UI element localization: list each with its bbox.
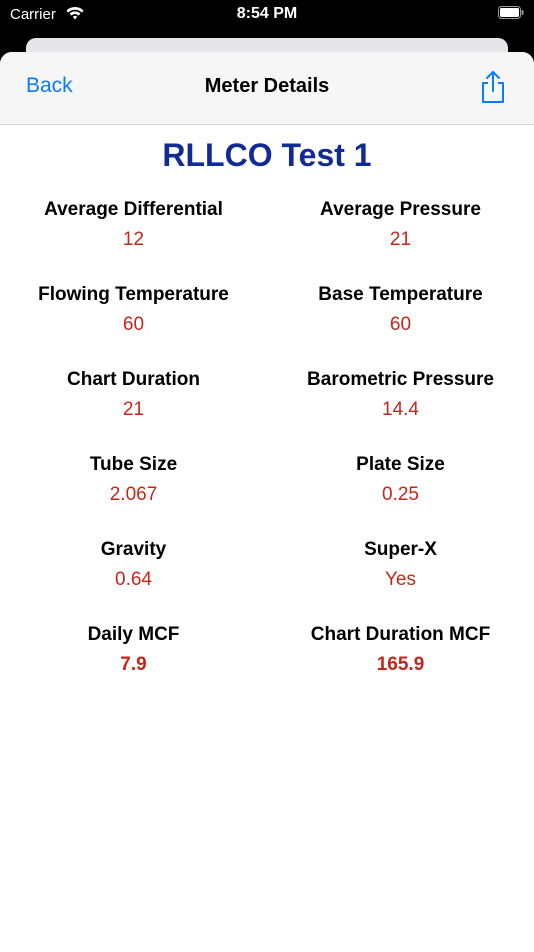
share-icon — [482, 71, 504, 103]
detail-super-x: Super-X Yes — [267, 521, 534, 606]
detail-label: Average Differential — [44, 199, 223, 220]
detail-row: Average Differential 12 Average Pressure… — [0, 181, 534, 266]
detail-chart-duration-mcf: Chart Duration MCF 165.9 — [267, 606, 534, 691]
detail-label: Chart Duration — [67, 369, 200, 390]
detail-label: Average Pressure — [320, 199, 481, 220]
detail-label: Flowing Temperature — [38, 284, 229, 305]
detail-daily-mcf: Daily MCF 7.9 — [0, 606, 267, 691]
detail-average-pressure: Average Pressure 21 — [267, 181, 534, 266]
detail-value: 60 — [122, 314, 145, 335]
detail-label: Chart Duration MCF — [310, 624, 491, 645]
share-button[interactable] — [478, 70, 508, 104]
meter-details-grid: Average Differential 12 Average Pressure… — [0, 181, 534, 691]
clock: 8:54 PM — [236, 5, 298, 22]
detail-plate-size: Plate Size 0.25 — [267, 436, 534, 521]
detail-value: 14.4 — [382, 399, 419, 420]
detail-value: 165.9 — [376, 654, 425, 675]
detail-row: Daily MCF 7.9 Chart Duration MCF 165.9 — [0, 606, 534, 691]
detail-average-differential: Average Differential 12 — [0, 181, 267, 266]
battery-icon — [498, 6, 524, 19]
detail-value: 0.64 — [115, 569, 152, 590]
detail-row: Gravity 0.64 Super-X Yes — [0, 521, 534, 606]
detail-value: 7.9 — [120, 654, 147, 675]
detail-value: 60 — [389, 314, 412, 335]
detail-row: Flowing Temperature 60 Base Temperature … — [0, 266, 534, 351]
detail-base-temperature: Base Temperature 60 — [267, 266, 534, 351]
detail-label: Gravity — [100, 539, 167, 560]
detail-value: 12 — [122, 229, 145, 250]
detail-value: 2.067 — [109, 484, 158, 505]
detail-barometric-pressure: Barometric Pressure 14.4 — [267, 351, 534, 436]
detail-flowing-temperature: Flowing Temperature 60 — [0, 266, 267, 351]
detail-gravity: Gravity 0.64 — [0, 521, 267, 606]
detail-value: 21 — [122, 399, 145, 420]
page-title: Meter Details — [204, 75, 330, 97]
detail-row: Tube Size 2.067 Plate Size 0.25 — [0, 436, 534, 521]
detail-label: Base Temperature — [318, 284, 483, 305]
detail-label: Barometric Pressure — [307, 369, 494, 390]
detail-value: 0.25 — [382, 484, 419, 505]
status-bar: Carrier 8:54 PM — [0, 0, 534, 30]
detail-label: Daily MCF — [87, 624, 180, 645]
navigation-bar: Back Meter Details — [0, 52, 534, 125]
detail-value: Yes — [385, 569, 416, 590]
detail-chart-duration: Chart Duration 21 — [0, 351, 267, 436]
detail-tube-size: Tube Size 2.067 — [0, 436, 267, 521]
detail-label: Super-X — [364, 539, 437, 560]
meter-name-heading: RLLCO Test 1 — [162, 137, 372, 173]
detail-value: 21 — [389, 229, 412, 250]
detail-label: Tube Size — [89, 454, 178, 475]
detail-row: Chart Duration 21 Barometric Pressure 14… — [0, 351, 534, 436]
detail-label: Plate Size — [356, 454, 445, 475]
meter-details-sheet: Back Meter Details RLLCO Test 1 Average … — [0, 52, 534, 952]
